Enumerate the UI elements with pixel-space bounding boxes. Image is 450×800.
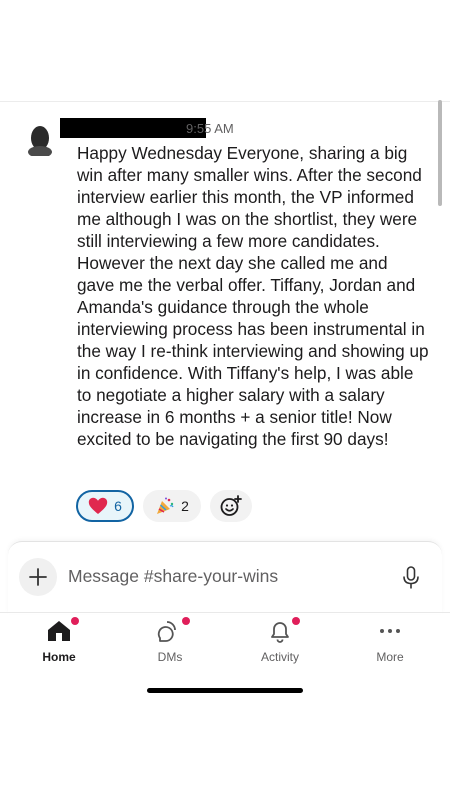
tab-more[interactable]: More [350,615,430,664]
add-emoji-icon [220,495,242,516]
bottom-tab-bar: Home DMs Activity More [0,615,450,675]
reaction-count: 2 [181,498,189,514]
reaction-count: 6 [114,498,122,514]
message-composer [8,541,442,614]
plus-icon [29,568,47,586]
notification-dot [71,617,79,625]
tab-dms[interactable]: DMs [130,615,210,664]
microphone-icon[interactable] [402,566,420,590]
tab-home[interactable]: Home [19,615,99,664]
reaction-heart[interactable]: 6 [76,490,134,522]
add-reaction-button[interactable] [210,490,252,522]
heart-icon [88,497,108,514]
party-popper-icon [157,497,174,514]
reaction-party-popper[interactable]: 2 [143,490,201,522]
message-input[interactable] [68,566,368,587]
notification-dot [182,617,190,625]
home-icon [48,621,70,641]
reactions-bar: 6 2 [76,490,252,522]
nav-divider [0,612,450,613]
tab-home-label: Home [42,650,76,664]
add-attachment-button[interactable] [19,558,57,596]
bell-icon [271,622,289,643]
more-icon [380,629,400,633]
top-divider [0,101,450,102]
redacted-sender-name [60,118,206,138]
message-timestamp: 9:55 AM [186,121,234,136]
message-text: Happy Wednesday Everyone, sharing a big … [77,143,429,449]
notification-dot [292,617,300,625]
scrollbar[interactable] [438,100,442,206]
home-indicator[interactable] [147,688,303,693]
tab-dms-label: DMs [157,650,183,664]
avatar[interactable] [26,118,64,156]
dms-icon [157,621,176,642]
avatar-image [26,118,64,156]
tab-activity[interactable]: Activity [240,615,320,664]
tab-more-label: More [376,650,404,664]
tab-activity-label: Activity [260,650,299,664]
